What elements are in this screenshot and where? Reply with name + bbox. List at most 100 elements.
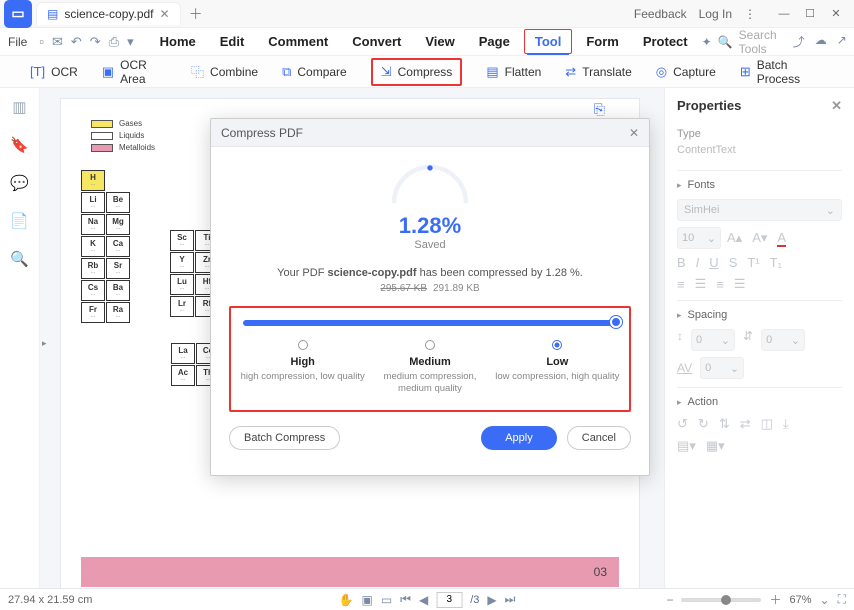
cloud-icon[interactable]: ☁ <box>815 33 827 50</box>
align-right-icon[interactable]: ≡ <box>716 277 724 292</box>
extract-icon[interactable]: ⤓ <box>783 416 789 432</box>
close-window-icon[interactable]: ✕ <box>826 4 846 24</box>
prev-page-icon[interactable]: ◀ <box>419 593 428 607</box>
page-flyout-icon[interactable]: ⎘ <box>594 101 605 118</box>
first-page-icon[interactable]: ⏮ <box>400 592 411 607</box>
fit-page-icon[interactable]: ▣ <box>361 593 372 607</box>
ocr-area-button[interactable]: ▣OCR Area <box>102 58 167 86</box>
level-low[interactable]: Low low compression, high quality <box>494 340 621 396</box>
print-icon[interactable]: ⎙ <box>109 34 119 50</box>
line-spacing-input[interactable]: 0⌄ <box>691 329 735 351</box>
radio-low[interactable] <box>552 340 562 350</box>
page-number-input[interactable] <box>436 592 462 608</box>
combine-button[interactable]: ⿻Combine <box>191 62 258 81</box>
compression-slider[interactable] <box>243 320 617 326</box>
rotate-left-icon[interactable]: ↺ <box>677 416 688 432</box>
increase-font-icon[interactable]: A▴ <box>727 230 742 246</box>
close-tab-icon[interactable]: ✕ <box>160 7 170 21</box>
italic-icon[interactable]: I <box>696 255 700 270</box>
close-properties-icon[interactable]: ✕ <box>831 98 842 114</box>
align-justify-icon[interactable]: ☰ <box>734 276 746 292</box>
subscript-icon[interactable]: T₁ <box>770 255 782 270</box>
translate-button[interactable]: ⇄Translate <box>565 64 631 80</box>
ocr-button[interactable]: [T]OCR <box>30 64 78 79</box>
minimize-icon[interactable]: — <box>774 4 794 24</box>
document-tab[interactable]: ▤ science-copy.pdf ✕ <box>36 2 181 25</box>
slider-thumb[interactable] <box>610 316 622 328</box>
new-tab-button[interactable]: ＋ <box>189 4 203 24</box>
search-panel-icon[interactable]: 🔍 <box>10 250 29 268</box>
feedback-link[interactable]: Feedback <box>634 7 687 21</box>
superscript-icon[interactable]: T¹ <box>747 255 759 270</box>
last-page-icon[interactable]: ⏭ <box>505 592 516 607</box>
underline-icon[interactable]: U <box>709 255 718 270</box>
batch-process-button[interactable]: ⊞Batch Process <box>740 58 824 86</box>
flip-h-icon[interactable]: ⇄ <box>740 416 751 432</box>
external-icon[interactable]: ↗ <box>837 33 847 50</box>
menu-protect[interactable]: Protect <box>633 30 698 53</box>
login-link[interactable]: Log In <box>699 7 732 21</box>
crop-icon[interactable]: ◫ <box>761 416 773 432</box>
dropdown-icon[interactable]: ▾ <box>127 34 134 50</box>
compress-button[interactable]: ⇲Compress <box>371 58 463 86</box>
fonts-section[interactable]: Fonts <box>677 179 842 191</box>
distribute-icon[interactable]: ▦▾ <box>706 438 725 454</box>
maximize-icon[interactable]: ☐ <box>800 4 820 24</box>
wand-icon[interactable]: ✦ <box>702 35 712 49</box>
level-high[interactable]: High high compression, low quality <box>239 340 366 396</box>
mail-icon[interactable]: ✉ <box>52 34 63 50</box>
radio-high[interactable] <box>298 340 308 350</box>
cancel-button[interactable]: Cancel <box>567 426 631 450</box>
batch-compress-button[interactable]: Batch Compress <box>229 426 340 450</box>
menu-tool[interactable]: Tool <box>524 29 572 54</box>
menu-view[interactable]: View <box>415 30 464 53</box>
align-center-icon[interactable]: ☰ <box>695 276 707 292</box>
apply-button[interactable]: Apply <box>481 426 557 450</box>
save-icon[interactable]: ▫ <box>39 34 44 49</box>
flatten-button[interactable]: ▤Flatten <box>486 64 541 80</box>
undo-icon[interactable]: ↶ <box>71 34 82 50</box>
strike-icon[interactable]: S <box>729 255 738 270</box>
close-dialog-icon[interactable]: ✕ <box>629 126 639 140</box>
next-page-icon[interactable]: ▶ <box>487 593 496 607</box>
compare-button[interactable]: ⧉Compare <box>282 64 347 80</box>
share-icon[interactable]: ⤴ <box>793 33 805 50</box>
rotate-right-icon[interactable]: ↻ <box>698 416 709 432</box>
align-tool-icon[interactable]: ▤▾ <box>677 438 696 454</box>
comments-icon[interactable]: 💬 <box>10 174 29 192</box>
para-spacing-input[interactable]: 0⌄ <box>761 329 805 351</box>
decrease-font-icon[interactable]: A▾ <box>752 230 767 246</box>
bookmark-icon[interactable]: 🔖 <box>10 136 29 154</box>
search-placeholder[interactable]: Search Tools <box>739 28 777 56</box>
hand-tool-icon[interactable]: ✋ <box>339 593 354 607</box>
menu-home[interactable]: Home <box>150 30 206 53</box>
radio-medium[interactable] <box>425 340 435 350</box>
attachments-icon[interactable]: 📄 <box>10 212 29 230</box>
redo-icon[interactable]: ↷ <box>90 34 101 50</box>
menu-edit[interactable]: Edit <box>210 30 255 53</box>
capture-button[interactable]: ◎Capture <box>656 64 716 80</box>
menu-page[interactable]: Page <box>469 30 520 53</box>
fullscreen-icon[interactable]: ⛶ <box>838 592 846 607</box>
bold-icon[interactable]: B <box>677 255 686 270</box>
font-size-select[interactable]: 10⌄ <box>677 227 721 249</box>
fit-width-icon[interactable]: ▭ <box>381 593 392 607</box>
char-spacing-input[interactable]: 0⌄ <box>700 357 744 379</box>
menu-comment[interactable]: Comment <box>258 30 338 53</box>
expand-rail-icon[interactable]: ▸ <box>42 338 47 349</box>
zoom-out-icon[interactable]: − <box>666 593 673 607</box>
file-menu[interactable]: File <box>8 35 27 49</box>
align-left-icon[interactable]: ≡ <box>677 277 685 292</box>
spacing-section[interactable]: Spacing <box>677 309 842 321</box>
font-color-icon[interactable]: A <box>777 230 786 247</box>
action-section[interactable]: Action <box>677 396 842 408</box>
zoom-slider[interactable] <box>681 598 761 602</box>
more-icon[interactable]: ⋮ <box>744 7 756 21</box>
level-medium[interactable]: Medium medium compression, medium qualit… <box>366 340 493 396</box>
zoom-dropdown-icon[interactable]: ⌄ <box>820 593 830 607</box>
menu-convert[interactable]: Convert <box>342 30 411 53</box>
thumbnails-icon[interactable]: ▥ <box>12 98 26 116</box>
menu-form[interactable]: Form <box>576 30 629 53</box>
flip-v-icon[interactable]: ⇅ <box>719 416 730 432</box>
zoom-in-icon[interactable]: ＋ <box>769 591 781 608</box>
